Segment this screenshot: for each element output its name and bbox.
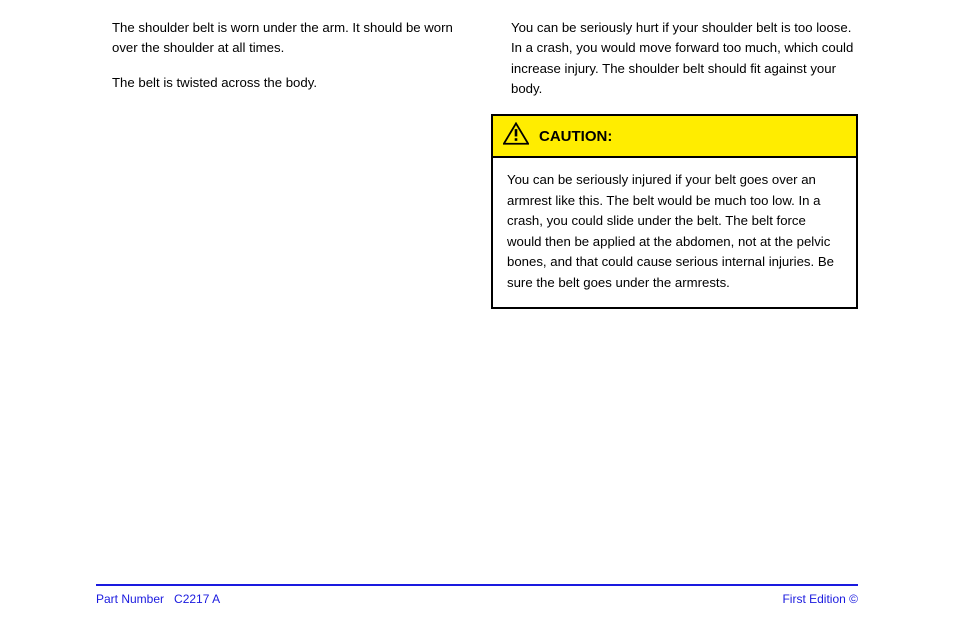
footer-text: Part Number C2217 A First Edition © [96, 592, 858, 606]
caution-body-text: You can be seriously injured if your bel… [493, 158, 856, 307]
caution-box: CAUTION: You can be seriously injured if… [491, 114, 858, 309]
footer-divider [96, 584, 858, 586]
footer-part-value: C2217 A [174, 592, 220, 606]
left-column: The shoulder belt is worn under the arm.… [96, 18, 463, 323]
page-content: The shoulder belt is worn under the arm.… [0, 0, 954, 323]
caution-label: CAUTION: [539, 125, 612, 148]
warning-triangle-icon [503, 122, 529, 152]
caution-header: CAUTION: [493, 116, 856, 158]
left-para-2: The belt is twisted across the body. [96, 73, 463, 93]
page-footer: Part Number C2217 A First Edition © [96, 584, 858, 606]
footer-part: Part Number C2217 A [96, 592, 220, 606]
footer-part-label: Part Number [96, 592, 164, 606]
left-para-1: The shoulder belt is worn under the arm.… [96, 18, 463, 59]
footer-copyright: First Edition © [782, 592, 858, 606]
right-para-1: You can be seriously hurt if your should… [491, 18, 858, 100]
right-column: You can be seriously hurt if your should… [491, 18, 858, 323]
